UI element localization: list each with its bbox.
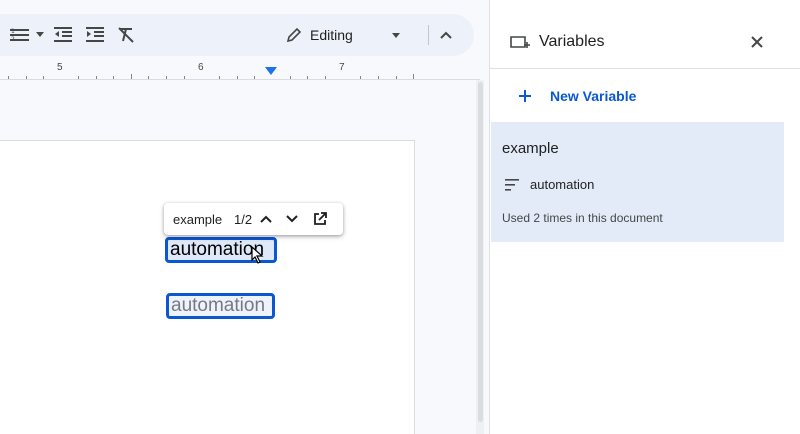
ruler-tick — [254, 76, 255, 79]
decrease-indent-icon[interactable] — [53, 25, 73, 45]
variable-value: automation — [530, 177, 595, 192]
variable-usage: Used 2 times in this document — [502, 211, 663, 225]
toolbar-divider — [428, 25, 429, 45]
variables-icon — [510, 34, 530, 50]
increase-indent-icon[interactable] — [85, 25, 105, 45]
ruler-tick — [237, 76, 238, 79]
chevron-down-icon[interactable] — [283, 210, 301, 228]
ruler-tick — [325, 76, 326, 79]
editing-mode-label: Editing — [310, 27, 353, 43]
ruler-tick — [43, 76, 44, 79]
text-lines-icon — [505, 178, 519, 191]
open-in-new-icon[interactable] — [311, 210, 329, 228]
ruler-tick — [26, 76, 27, 79]
ruler-number: 7 — [339, 62, 345, 73]
variables-panel: Variables New Variable example automatio… — [489, 0, 800, 434]
ruler-tick — [96, 76, 97, 79]
editing-mode-dropdown[interactable]: Editing — [280, 21, 414, 49]
mouse-cursor-icon — [251, 245, 265, 264]
variable-popup: example 1/2 — [164, 203, 343, 235]
ruler[interactable]: 5 6 7 — [0, 62, 480, 80]
ruler-tick — [360, 76, 361, 79]
popup-variable-name: example — [173, 212, 223, 227]
scrollbar-thumb[interactable] — [478, 82, 483, 422]
numbered-list-icon[interactable]: 12 — [10, 25, 30, 45]
right-indent-marker[interactable] — [265, 67, 277, 75]
ruler-number: 5 — [57, 62, 63, 73]
ruler-tick — [184, 76, 185, 79]
panel-divider — [490, 68, 800, 69]
chevron-down-icon — [392, 33, 400, 38]
svg-text:1: 1 — [11, 28, 15, 35]
ruler-tick — [113, 76, 114, 79]
popup-match-count: 1/2 — [234, 212, 253, 227]
collapse-chevron-icon[interactable] — [436, 25, 456, 45]
ruler-tick — [219, 76, 220, 79]
chevron-up-icon[interactable] — [257, 210, 275, 228]
document-page[interactable] — [0, 140, 415, 434]
ruler-tick — [8, 76, 9, 79]
variable-card[interactable]: example automation Used 2 times in this … — [491, 122, 784, 242]
variable-name: example — [502, 140, 559, 157]
ruler-tick — [131, 74, 132, 79]
svg-text:2: 2 — [11, 36, 15, 43]
ruler-tick — [378, 76, 379, 79]
ruler-tick — [307, 76, 308, 79]
close-icon[interactable] — [748, 33, 766, 51]
clear-formatting-icon[interactable] — [116, 25, 136, 45]
toolbar: 12 Editing — [0, 14, 474, 56]
ruler-tick — [290, 76, 291, 79]
plus-icon — [518, 89, 532, 103]
ruler-number: 6 — [198, 62, 204, 73]
new-variable-label: New Variable — [550, 88, 637, 104]
ruler-tick — [396, 76, 397, 79]
ruler-tick — [148, 76, 149, 79]
pencil-icon — [284, 25, 304, 45]
panel-title: Variables — [539, 33, 605, 50]
ruler-tick — [78, 76, 79, 79]
numbered-list-dropdown-icon[interactable] — [36, 32, 44, 37]
variable-chip[interactable]: automation — [166, 293, 275, 319]
ruler-tick — [166, 76, 167, 79]
new-variable-button[interactable]: New Variable — [518, 84, 636, 108]
ruler-tick — [413, 74, 414, 79]
